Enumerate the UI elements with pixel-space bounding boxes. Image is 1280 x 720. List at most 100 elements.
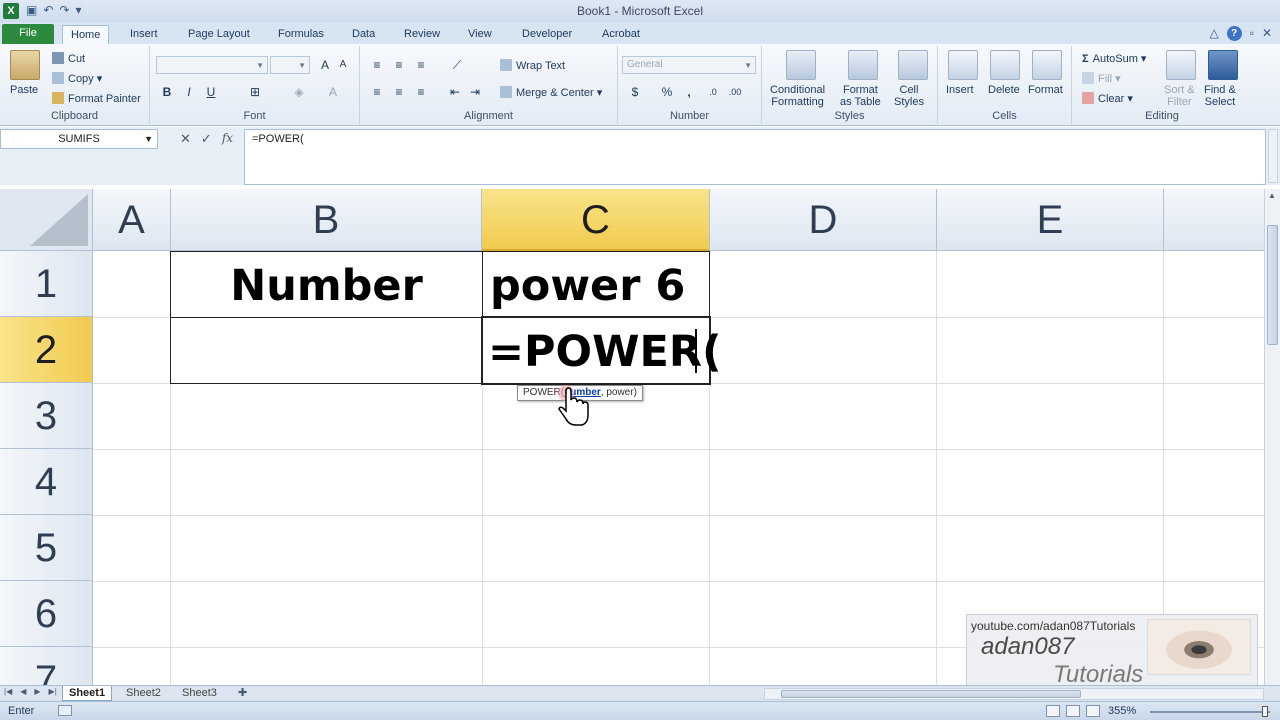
tab-data[interactable]: Data (344, 25, 383, 44)
close-icon[interactable]: ✕ (1262, 26, 1272, 41)
align-right-icon[interactable]: ≡ (412, 83, 430, 101)
zoom-slider-knob[interactable] (1262, 706, 1268, 717)
cancel-entry-icon[interactable]: ✕ (180, 131, 191, 147)
restore-icon[interactable]: ▫ (1250, 26, 1254, 41)
autosum-button[interactable]: Σ AutoSum ▾ (1082, 52, 1146, 65)
tab-formulas[interactable]: Formulas (270, 25, 332, 44)
find-select-button[interactable]: Find & Select (1204, 84, 1236, 108)
insert-sheet-icon[interactable]: ✚ (232, 686, 253, 701)
name-box[interactable]: SUMIFS ▼ (0, 129, 158, 149)
conditional-formatting-icon[interactable] (786, 50, 816, 80)
align-center-icon[interactable]: ≡ (390, 83, 408, 101)
column-header-f[interactable] (1164, 189, 1264, 251)
tab-file[interactable]: File (2, 24, 54, 44)
first-sheet-icon[interactable]: |◀ (4, 687, 12, 696)
clear-button[interactable]: Clear ▾ (1082, 92, 1133, 105)
minimize-ribbon-icon[interactable]: △ (1209, 26, 1218, 41)
format-cells-button[interactable]: Format (1028, 84, 1063, 96)
column-header-b[interactable]: B (171, 189, 482, 251)
align-left-icon[interactable]: ≡ (368, 83, 386, 101)
help-icon[interactable]: ? (1226, 26, 1242, 41)
scroll-up-icon[interactable]: ▲ (1268, 191, 1276, 200)
sort-filter-icon[interactable] (1166, 50, 1196, 80)
font-color-icon[interactable]: A (324, 83, 342, 101)
fill-button[interactable]: Fill ▾ (1082, 72, 1121, 85)
column-header-e[interactable]: E (937, 189, 1164, 251)
row-header-4[interactable]: 4 (0, 449, 93, 515)
align-bottom-icon[interactable]: ≡ (412, 56, 430, 74)
sheet-tab-sheet3[interactable]: Sheet3 (176, 686, 223, 701)
row-header-5[interactable]: 5 (0, 515, 93, 581)
vertical-scroll-thumb[interactable] (1267, 225, 1278, 345)
align-top-icon[interactable]: ≡ (368, 56, 386, 74)
paste-icon[interactable] (10, 50, 40, 80)
delete-cells-button[interactable]: Delete (988, 84, 1020, 96)
sheet-tab-sheet1[interactable]: Sheet1 (62, 686, 113, 701)
decrease-decimal-icon[interactable]: .00 (726, 83, 744, 101)
format-cells-icon[interactable] (1032, 50, 1062, 80)
underline-button[interactable]: U (202, 83, 220, 101)
column-header-a[interactable]: A (93, 189, 171, 251)
number-format-dropdown[interactable]: General ▼ (622, 56, 756, 74)
tab-developer[interactable]: Developer (514, 25, 580, 44)
prev-sheet-icon[interactable]: ◀ (20, 687, 26, 696)
normal-view-icon[interactable] (1046, 705, 1060, 717)
vertical-scrollbar[interactable]: ▲ (1264, 189, 1280, 685)
borders-icon[interactable]: ⊞ (246, 83, 264, 101)
column-header-d[interactable]: D (710, 189, 937, 251)
format-as-table-icon[interactable] (848, 50, 878, 80)
increase-decimal-icon[interactable]: .0 (704, 83, 722, 101)
comma-button[interactable]: , (680, 83, 698, 101)
shrink-font-icon[interactable]: A (334, 56, 352, 74)
row-header-3[interactable]: 3 (0, 383, 93, 449)
horizontal-scrollbar[interactable] (764, 688, 1264, 700)
tab-insert[interactable]: Insert (122, 25, 166, 44)
format-painter-button[interactable]: Format Painter (52, 92, 141, 105)
formula-input[interactable]: =POWER( (244, 129, 1266, 185)
fill-color-icon[interactable]: ◈ (290, 83, 308, 101)
next-sheet-icon[interactable]: ▶ (34, 687, 40, 696)
tab-page-layout[interactable]: Page Layout (180, 25, 258, 44)
insert-function-button[interactable]: fx (222, 131, 233, 147)
conditional-formatting-button[interactable]: Conditional Formatting (770, 84, 825, 108)
column-header-c[interactable]: C (482, 189, 710, 251)
cell-styles-button[interactable]: Cell Styles (894, 84, 924, 108)
wrap-text-button[interactable]: Wrap Text (500, 59, 565, 72)
last-sheet-icon[interactable]: ▶| (49, 687, 57, 696)
insert-cells-icon[interactable] (948, 50, 978, 80)
italic-button[interactable]: I (180, 83, 198, 101)
tab-view[interactable]: View (460, 25, 500, 44)
page-break-view-icon[interactable] (1086, 705, 1100, 717)
decrease-indent-icon[interactable]: ⇤ (446, 83, 464, 101)
select-all-corner[interactable] (0, 189, 93, 251)
binoculars-icon[interactable] (1208, 50, 1238, 80)
zoom-level[interactable]: 355% (1108, 705, 1136, 717)
font-size-dropdown[interactable]: ▼ (270, 56, 310, 74)
confirm-entry-icon[interactable]: ✓ (201, 131, 212, 147)
cut-button[interactable]: Cut (52, 52, 85, 65)
horizontal-scroll-thumb[interactable] (781, 690, 1081, 698)
copy-button[interactable]: Copy ▾ (52, 72, 102, 85)
delete-cells-icon[interactable] (990, 50, 1020, 80)
zoom-slider[interactable] (1150, 711, 1270, 713)
tab-acrobat[interactable]: Acrobat (594, 25, 648, 44)
currency-button[interactable]: $ (626, 83, 644, 101)
formula-bar-scroll[interactable] (1268, 129, 1278, 183)
row-header-7[interactable]: 7 (0, 647, 93, 685)
row-header-6[interactable]: 6 (0, 581, 93, 647)
sheet-tab-sheet2[interactable]: Sheet2 (120, 686, 167, 701)
merge-center-button[interactable]: Merge & Center ▾ (500, 86, 602, 99)
row-header-2[interactable]: 2 (0, 317, 93, 383)
cell-b2[interactable] (170, 317, 483, 384)
percent-button[interactable]: % (658, 83, 676, 101)
tab-review[interactable]: Review (396, 25, 448, 44)
tab-home[interactable]: Home (62, 25, 110, 44)
page-layout-view-icon[interactable] (1066, 705, 1080, 717)
increase-indent-icon[interactable]: ⇥ (466, 83, 484, 101)
name-box-dropdown-icon[interactable]: ▼ (144, 130, 153, 148)
sort-filter-button[interactable]: Sort & Filter (1164, 84, 1195, 108)
row-header-1[interactable]: 1 (0, 251, 93, 317)
bold-button[interactable]: B (158, 83, 176, 101)
font-name-dropdown[interactable]: ▼ (156, 56, 268, 74)
orientation-icon[interactable]: ⟋ (448, 56, 466, 74)
